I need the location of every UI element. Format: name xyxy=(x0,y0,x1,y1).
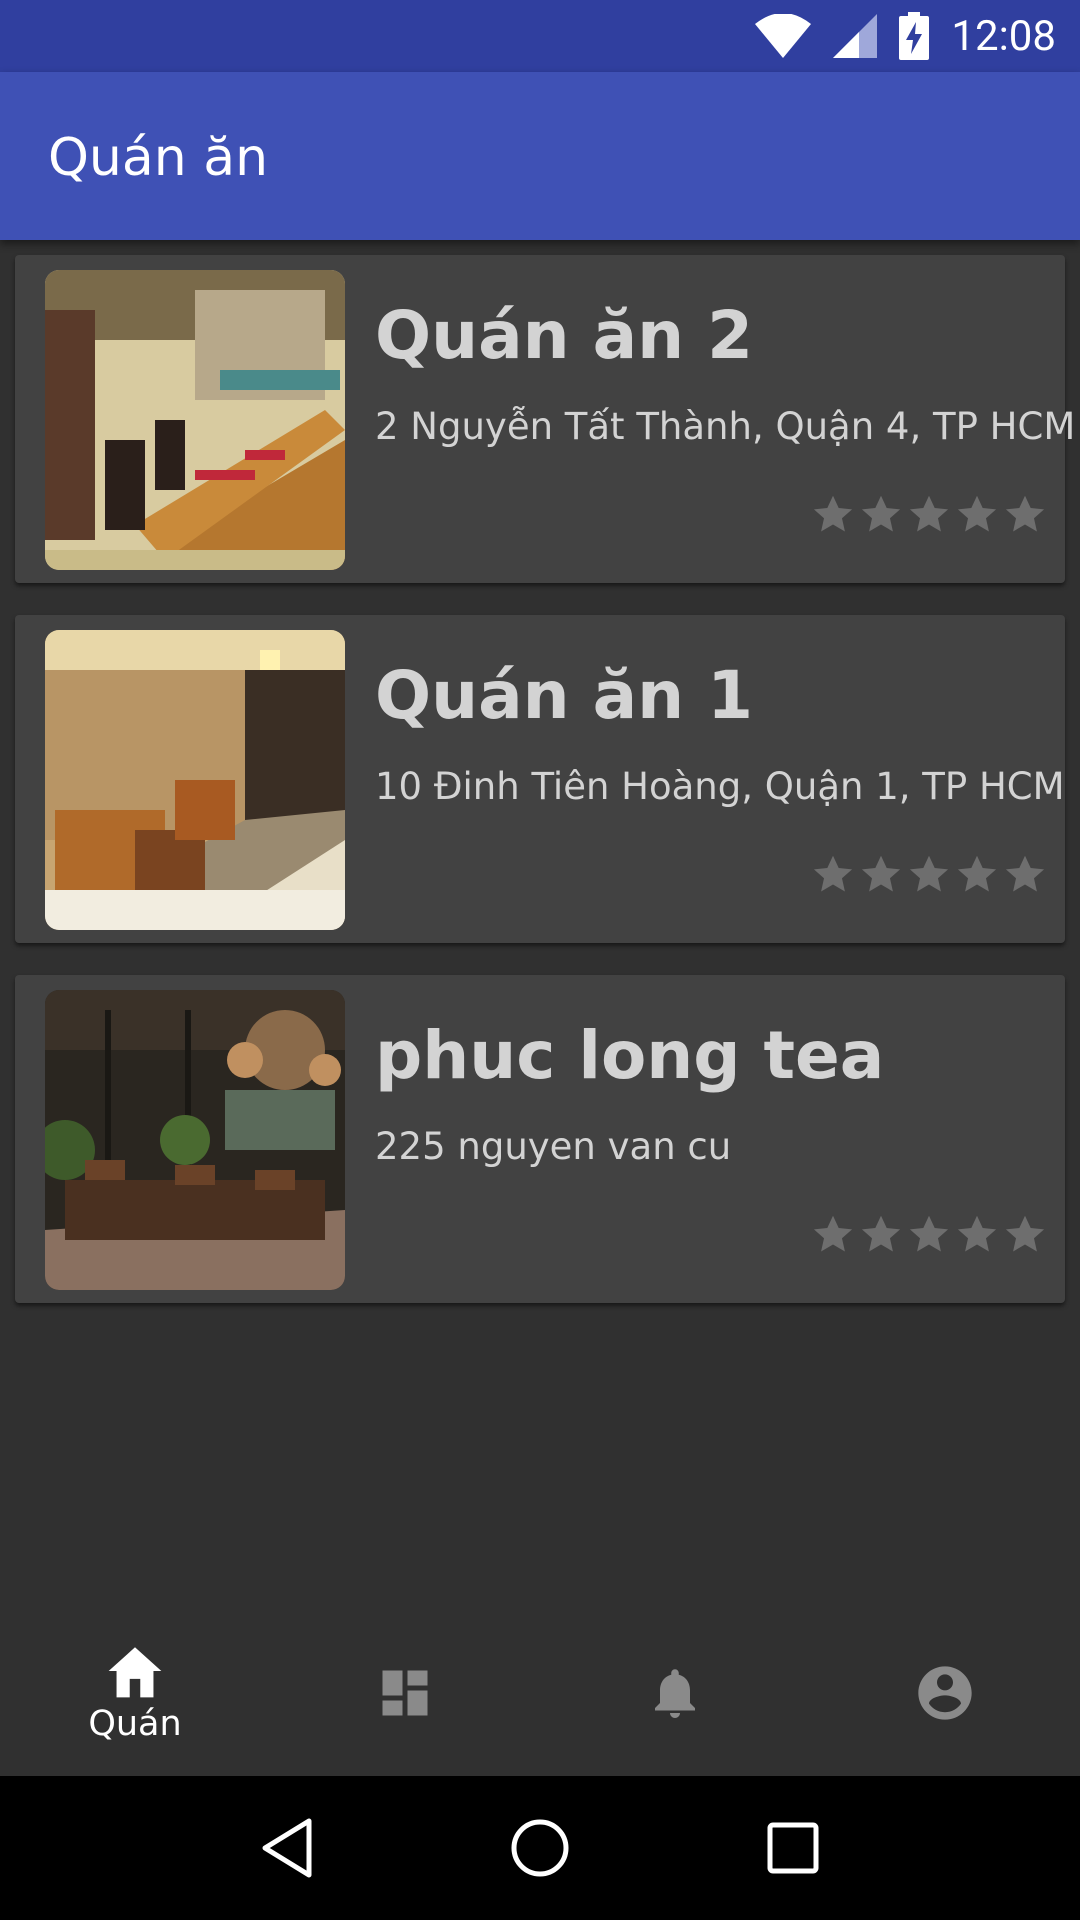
status-bar: 12:08 xyxy=(0,0,1080,72)
star-icon[interactable] xyxy=(859,1213,903,1257)
star-icon[interactable] xyxy=(1003,493,1047,537)
rating-bar[interactable] xyxy=(811,1213,1047,1257)
restaurant-photo xyxy=(45,270,345,570)
recents-icon[interactable] xyxy=(767,1822,819,1874)
restaurant-card[interactable]: Quán ăn 2 2 Nguyễn Tất Thành, Quận 4, TP… xyxy=(15,255,1075,583)
restaurant-photo xyxy=(45,990,345,1290)
nav-item-dashboard[interactable] xyxy=(270,1610,540,1776)
rating-bar[interactable] xyxy=(811,853,1047,897)
restaurant-address: 10 Đinh Tiên Hoàng, Quận 1, TP HCM xyxy=(375,765,1065,808)
system-navigation-bar xyxy=(0,1776,1080,1920)
star-icon[interactable] xyxy=(1003,853,1047,897)
home-button[interactable] xyxy=(480,1788,600,1908)
star-icon[interactable] xyxy=(859,853,903,897)
star-icon[interactable] xyxy=(955,853,999,897)
star-icon[interactable] xyxy=(811,853,855,897)
signal-icon xyxy=(833,14,878,58)
account-icon[interactable] xyxy=(913,1661,977,1725)
star-icon[interactable] xyxy=(811,1213,855,1257)
star-icon[interactable] xyxy=(955,493,999,537)
star-icon[interactable] xyxy=(955,1213,999,1257)
restaurant-photo xyxy=(45,630,345,930)
star-icon[interactable] xyxy=(907,493,951,537)
restaurant-name: Quán ăn 1 xyxy=(375,657,754,734)
page-title: Quán ăn xyxy=(48,128,269,188)
restaurant-address: 2 Nguyễn Tất Thành, Quận 4, TP HCM xyxy=(375,405,1076,448)
bottom-navigation: Quán xyxy=(0,1610,1080,1776)
star-icon[interactable] xyxy=(907,853,951,897)
restaurant-address: 225 nguyen van cu xyxy=(375,1125,732,1168)
star-icon[interactable] xyxy=(859,493,903,537)
status-time: 12:08 xyxy=(951,11,1056,61)
rating-bar[interactable] xyxy=(811,493,1047,537)
back-icon[interactable] xyxy=(259,1817,315,1879)
bell-icon[interactable] xyxy=(645,1661,705,1725)
restaurant-name: phuc long tea xyxy=(375,1017,885,1094)
app-bar: Quán ăn xyxy=(0,72,1080,240)
dashboard-icon[interactable] xyxy=(375,1663,435,1723)
battery-charging-icon xyxy=(899,12,930,60)
nav-item-notifications[interactable] xyxy=(540,1610,810,1776)
back-button[interactable] xyxy=(227,1788,347,1908)
nav-item-account[interactable] xyxy=(810,1610,1080,1776)
star-icon[interactable] xyxy=(907,1213,951,1257)
restaurant-card[interactable]: Quán ăn 1 10 Đinh Tiên Hoàng, Quận 1, TP… xyxy=(15,615,1065,943)
restaurant-card[interactable]: phuc long tea 225 nguyen van cu xyxy=(15,975,1065,1303)
home-circle-icon[interactable] xyxy=(510,1818,570,1878)
recents-button[interactable] xyxy=(733,1788,853,1908)
restaurant-name: Quán ăn 2 xyxy=(375,297,754,374)
nav-item-quan[interactable]: Quán xyxy=(0,1610,270,1776)
home-icon[interactable] xyxy=(103,1642,167,1700)
nav-label: Quán xyxy=(88,1704,182,1744)
wifi-icon xyxy=(755,14,812,58)
star-icon[interactable] xyxy=(811,493,855,537)
star-icon[interactable] xyxy=(1003,1213,1047,1257)
